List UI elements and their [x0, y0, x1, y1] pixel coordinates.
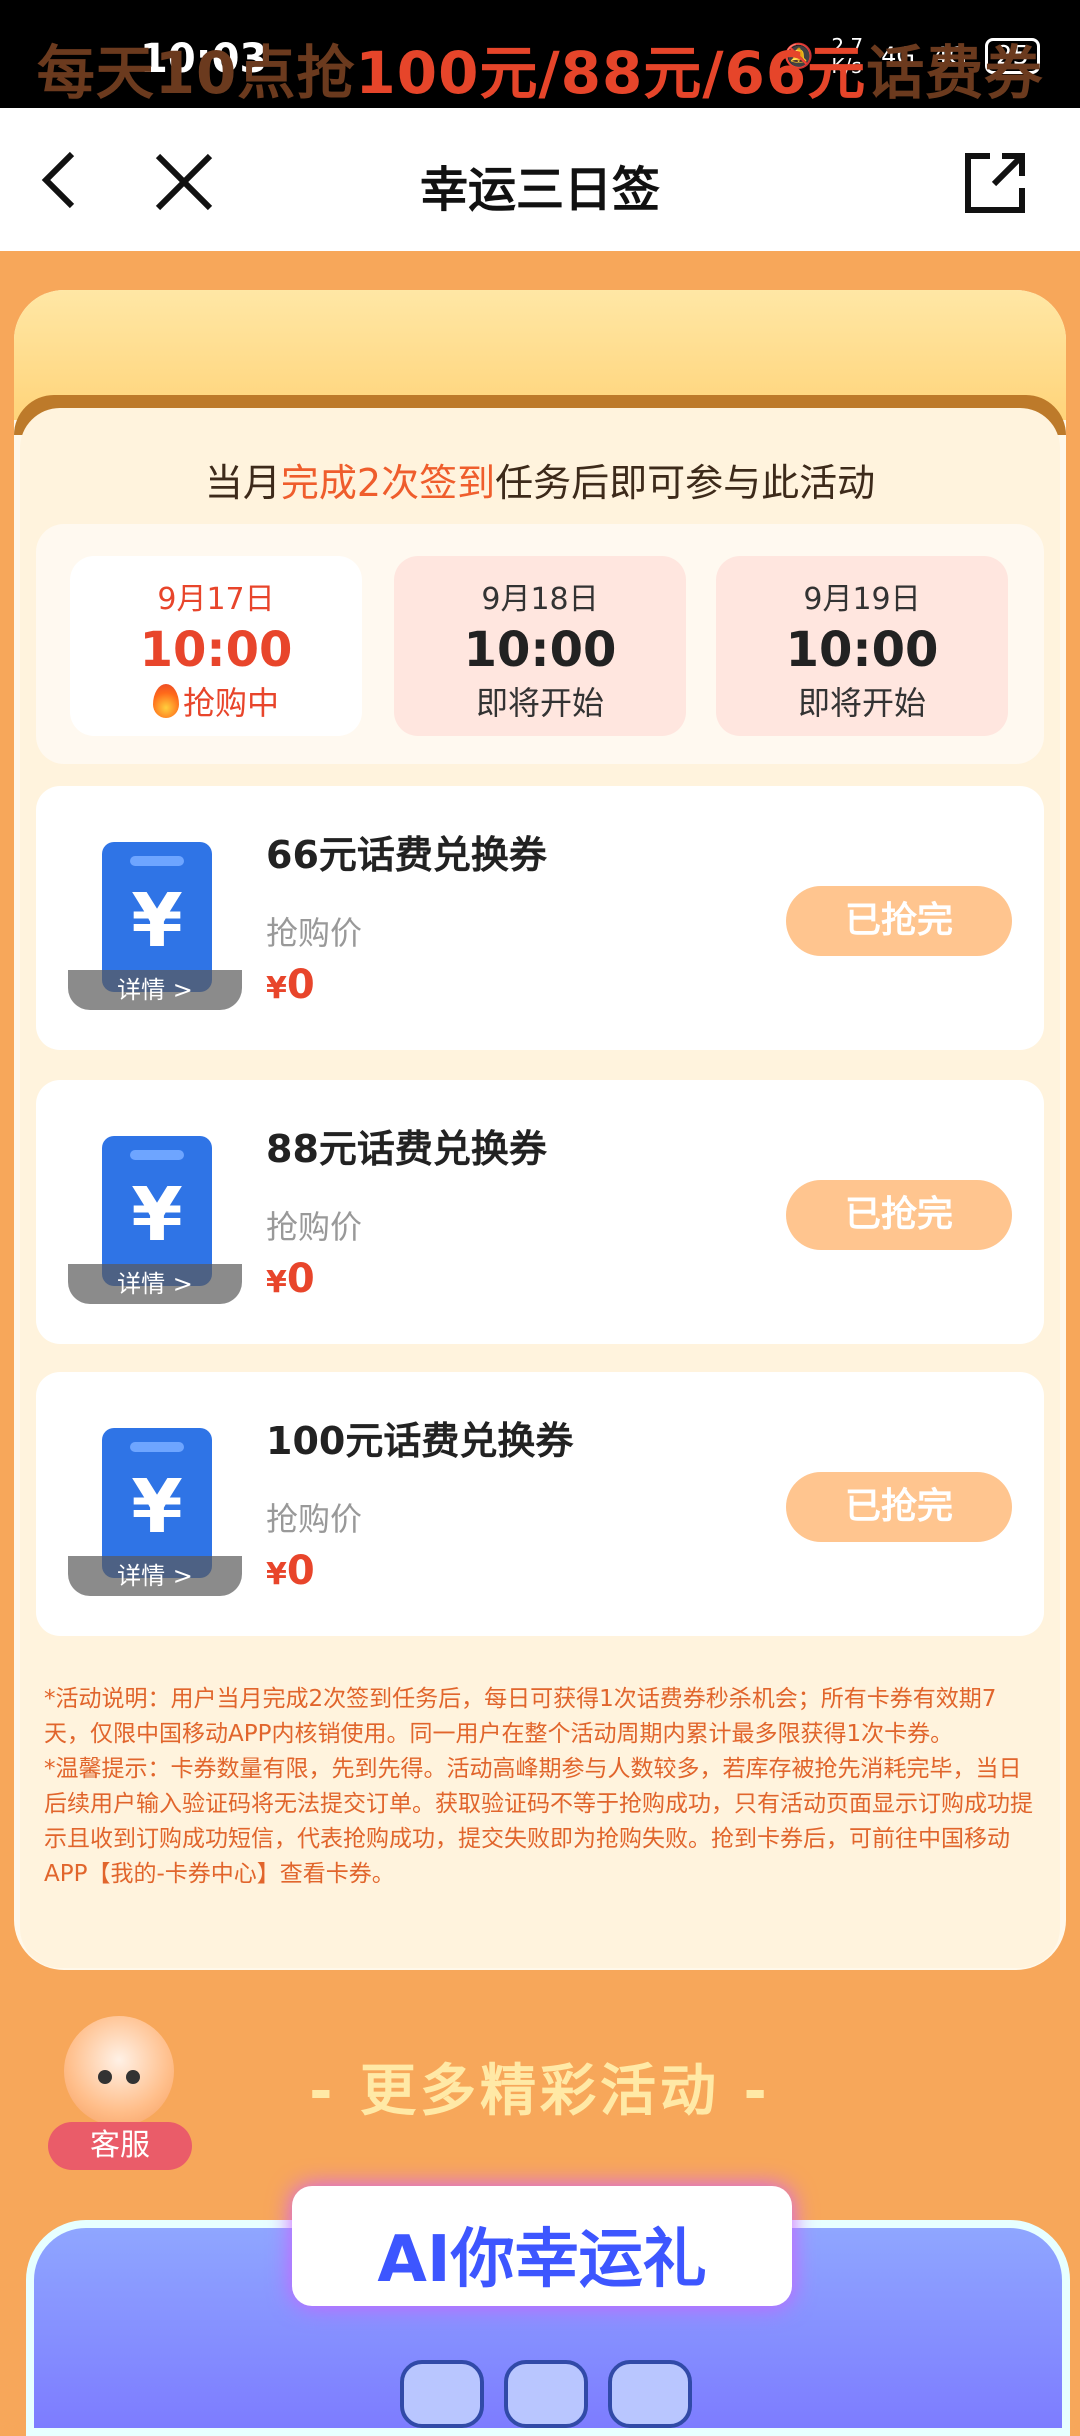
rules-tips: *温馨提示：卡券数量有限，先到先得。活动高峰期参与人数较多，若库存被抢先消耗完毕… — [44, 1756, 1033, 1887]
price-value: 0 — [286, 1256, 315, 1302]
coupon-card-100: ¥ 详情 > 100元话费兑换券 抢购价 ¥0 已抢完 — [36, 1372, 1044, 1636]
price-value: 0 — [286, 1548, 315, 1594]
day-time: 10:00 — [139, 622, 293, 678]
share-icon[interactable] — [960, 148, 1030, 218]
day-tab-3[interactable]: 9月19日 10:00 即将开始 — [716, 556, 1008, 736]
ai-slots — [400, 2360, 700, 2428]
coupon-price: ¥0 — [266, 1256, 315, 1302]
price-value: 0 — [286, 962, 315, 1008]
detail-link[interactable]: 详情 > — [68, 1264, 242, 1304]
coupon-price: ¥0 — [266, 962, 315, 1008]
banner-suffix: 话费券 — [866, 39, 1044, 107]
more-activities-title: - 更多精彩活动 - — [309, 2059, 771, 2124]
banner-prefix: 每天10点抢 — [36, 39, 356, 107]
coupon-card-66: ¥ 详情 > 66元话费兑换券 抢购价 ¥0 已抢完 — [36, 786, 1044, 1050]
notice-prefix: 当月 — [204, 461, 281, 505]
day-time: 10:00 — [463, 622, 617, 678]
detail-link[interactable]: 详情 > — [68, 1556, 242, 1596]
currency-symbol: ¥ — [266, 971, 287, 1006]
day-date: 9月19日 — [803, 582, 921, 617]
ai-badge: AI你幸运礼 — [292, 2186, 792, 2306]
day-status: 即将开始 — [475, 684, 604, 722]
notice-highlight: 完成2次签到 — [280, 461, 496, 505]
coupon-card-88: ¥ 详情 > 88元话费兑换券 抢购价 ¥0 已抢完 — [36, 1080, 1044, 1344]
coupon-name: 100元话费兑换券 — [266, 1419, 574, 1463]
day-time: 10:00 — [785, 622, 939, 678]
customer-service-label: 客服 — [48, 2122, 192, 2170]
rules-description: *活动说明：用户当月完成2次签到任务后，每日可获得1次话费券秒杀机会；所有卡券有… — [44, 1686, 997, 1747]
day-status: 抢购中 — [70, 678, 362, 724]
banner-title: 每天10点抢100元/88元/66元话费券 — [14, 26, 1066, 110]
currency-symbol: ¥ — [266, 1265, 287, 1300]
day-tab-1[interactable]: 9月17日 10:00 抢购中 — [70, 556, 362, 736]
detail-link[interactable]: 详情 > — [68, 970, 242, 1010]
notice-suffix: 任务后即可参与此活动 — [495, 461, 876, 505]
day-date: 9月18日 — [481, 582, 599, 617]
coupon-name: 88元话费兑换券 — [266, 1127, 547, 1171]
sold-out-button[interactable]: 已抢完 — [786, 886, 1012, 956]
banner-highlight: 100元/88元/66元 — [355, 39, 867, 107]
currency-symbol: ¥ — [266, 1557, 287, 1592]
activity-rules: *活动说明：用户当月完成2次签到任务后，每日可获得1次话费券秒杀机会；所有卡券有… — [44, 1682, 1040, 1892]
sold-out-button[interactable]: 已抢完 — [786, 1180, 1012, 1250]
flame-icon — [152, 684, 179, 718]
day-date: 9月17日 — [157, 582, 275, 617]
price-label: 抢购价 — [266, 1500, 363, 1538]
participation-notice: 当月完成2次签到任务后即可参与此活动 — [0, 452, 1080, 507]
coupon-name: 66元话费兑换券 — [266, 833, 547, 877]
price-label: 抢购价 — [266, 1208, 363, 1246]
day-status: 即将开始 — [797, 684, 926, 722]
ai-title: AI你幸运礼 — [377, 2223, 707, 2297]
nav-bar: 幸运三日签 — [0, 108, 1080, 251]
day-tab-2[interactable]: 9月18日 10:00 即将开始 — [394, 556, 686, 736]
day-status-text: 抢购中 — [182, 684, 279, 722]
price-label: 抢购价 — [266, 914, 363, 952]
coupon-price: ¥0 — [266, 1548, 315, 1594]
sold-out-button[interactable]: 已抢完 — [786, 1472, 1012, 1542]
page-title: 幸运三日签 — [419, 162, 660, 218]
